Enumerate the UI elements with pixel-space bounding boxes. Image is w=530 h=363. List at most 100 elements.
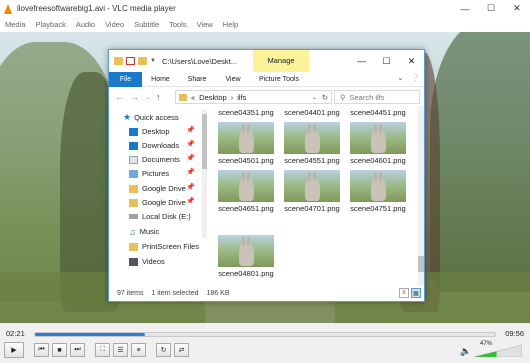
menu-audio[interactable]: Audio bbox=[76, 20, 95, 29]
navigation-row: ← → ⌄ ↑ « Desktop › ilfs ⌄ ↻ ⚲ Search il… bbox=[109, 88, 424, 106]
previous-button[interactable]: ⏮ bbox=[34, 343, 49, 357]
recent-chevron-icon[interactable]: ⌄ bbox=[145, 94, 150, 101]
extended-settings-button[interactable]: ☰ bbox=[113, 343, 128, 357]
expand-ribbon-icon[interactable]: ⌄ bbox=[397, 74, 403, 82]
tab-view[interactable]: View bbox=[215, 72, 251, 87]
explorer-minimize-button[interactable]: — bbox=[349, 50, 374, 72]
menu-video[interactable]: Video bbox=[105, 20, 124, 29]
file-label[interactable]: scene04801.png bbox=[213, 269, 279, 278]
music-icon: ♫ bbox=[129, 226, 136, 237]
file-label[interactable]: scene04451.png bbox=[345, 108, 411, 117]
nav-item-music[interactable]: ♫ Music bbox=[129, 225, 159, 238]
nav-item-local-disk[interactable]: Local Disk (E:) bbox=[129, 210, 191, 223]
menu-playback[interactable]: Playback bbox=[35, 20, 65, 29]
nav-item-videos[interactable]: Videos bbox=[129, 255, 165, 268]
address-bar[interactable]: « Desktop › ilfs ⌄ ↻ bbox=[175, 90, 332, 104]
breadcrumb-overflow[interactable]: « bbox=[191, 93, 195, 102]
fullscreen-button[interactable]: ⛶ bbox=[95, 343, 110, 357]
pin-icon[interactable]: 📌 bbox=[186, 126, 195, 134]
refresh-icon[interactable]: ↻ bbox=[322, 93, 328, 102]
time-elapsed: 02:21 bbox=[6, 329, 25, 338]
up-arrow-icon[interactable]: ↑ bbox=[156, 92, 161, 102]
pin-icon[interactable]: 📌 bbox=[186, 168, 195, 176]
back-arrow-icon[interactable]: ← bbox=[115, 92, 124, 102]
file-label[interactable]: scene04551.png bbox=[279, 156, 345, 165]
search-input[interactable]: ⚲ Search ilfs bbox=[334, 90, 420, 104]
menu-view[interactable]: View bbox=[197, 20, 213, 29]
pin-icon[interactable]: 📌 bbox=[186, 154, 195, 162]
forward-arrow-icon[interactable]: → bbox=[130, 92, 139, 102]
new-folder-icon[interactable] bbox=[138, 57, 147, 65]
nav-label: Documents bbox=[142, 155, 180, 164]
nav-item-quick-access[interactable]: ★ Quick access bbox=[123, 111, 179, 124]
file-label[interactable]: scene04651.png bbox=[213, 204, 279, 213]
chevron-down-icon[interactable]: ▼ bbox=[150, 58, 156, 64]
desktop-icon bbox=[129, 127, 138, 136]
pin-icon[interactable]: 📌 bbox=[186, 197, 195, 205]
help-icon[interactable]: ❔ bbox=[411, 74, 420, 82]
menu-subtitle[interactable]: Subtitle bbox=[134, 20, 159, 29]
status-bar: 97 items 1 item selected 186 KB ≡ ▦ bbox=[109, 286, 424, 301]
file-thumbnail[interactable] bbox=[284, 122, 340, 154]
nav-item-google-drive[interactable]: Google Drive bbox=[129, 182, 186, 195]
properties-icon[interactable] bbox=[126, 57, 135, 65]
tab-home[interactable]: Home bbox=[142, 72, 179, 87]
content-scrollbar[interactable] bbox=[418, 106, 424, 286]
loop-button[interactable]: ↻ bbox=[156, 343, 171, 357]
volume-control[interactable]: 🔈 47% bbox=[460, 341, 522, 358]
next-button[interactable]: ⏭ bbox=[70, 343, 85, 357]
nav-label: Downloads bbox=[142, 141, 180, 150]
nav-scrollbar[interactable] bbox=[202, 110, 207, 238]
large-icons-view-icon[interactable]: ▦ bbox=[411, 288, 421, 298]
nav-label: Pictures bbox=[142, 169, 170, 178]
breadcrumb-desktop[interactable]: Desktop bbox=[199, 93, 227, 102]
tab-picture-tools[interactable]: Picture Tools bbox=[251, 72, 307, 87]
file-thumbnail[interactable] bbox=[218, 235, 274, 267]
nav-item-pictures[interactable]: Pictures bbox=[129, 167, 169, 180]
file-thumbnail[interactable] bbox=[284, 170, 340, 202]
menu-help[interactable]: Help bbox=[223, 20, 238, 29]
nav-item-downloads[interactable]: Downloads bbox=[129, 139, 179, 152]
nav-item-google-drive-2[interactable]: Google Drive bbox=[129, 196, 186, 209]
file-label[interactable]: scene04351.png bbox=[213, 108, 279, 117]
file-label[interactable]: scene04501.png bbox=[213, 156, 279, 165]
file-label[interactable]: scene04601.png bbox=[345, 156, 411, 165]
tab-share[interactable]: Share bbox=[179, 72, 215, 87]
explorer-maximize-button[interactable]: ☐ bbox=[374, 50, 399, 72]
folder-icon bbox=[114, 57, 123, 65]
explorer-close-button[interactable]: ✕ bbox=[399, 50, 424, 72]
videos-icon bbox=[129, 257, 138, 266]
menu-tools[interactable]: Tools bbox=[169, 20, 187, 29]
file-thumbnail[interactable] bbox=[350, 122, 406, 154]
pin-icon[interactable]: 📌 bbox=[186, 183, 195, 191]
file-thumbnail[interactable] bbox=[350, 170, 406, 202]
address-dropdown-icon[interactable]: ⌄ bbox=[312, 94, 317, 101]
shuffle-button[interactable]: ⇄ bbox=[174, 343, 189, 357]
close-button[interactable]: ✕ bbox=[504, 0, 530, 17]
maximize-button[interactable]: ☐ bbox=[478, 0, 504, 17]
file-label[interactable]: scene04751.png bbox=[345, 204, 411, 213]
pin-icon[interactable]: 📌 bbox=[186, 140, 195, 148]
tab-file[interactable]: File bbox=[109, 71, 142, 87]
file-thumbnail[interactable] bbox=[218, 170, 274, 202]
file-thumbnail[interactable] bbox=[218, 122, 274, 154]
play-button[interactable]: ▶ bbox=[4, 342, 24, 358]
time-total: 09:56 bbox=[505, 329, 524, 338]
file-list: scene04351.png scene04401.png scene04451… bbox=[213, 106, 418, 286]
menu-media[interactable]: Media bbox=[5, 20, 25, 29]
nav-item-documents[interactable]: Documents bbox=[129, 153, 180, 166]
file-label[interactable]: scene04401.png bbox=[279, 108, 345, 117]
speaker-icon[interactable]: 🔈 bbox=[460, 346, 471, 357]
breadcrumb-ilfs[interactable]: ilfs bbox=[237, 93, 246, 102]
nav-item-printscreen-files[interactable]: PrintScreen Files bbox=[129, 240, 199, 253]
vlc-cone-icon bbox=[4, 3, 13, 14]
minimize-button[interactable]: — bbox=[452, 0, 478, 17]
manage-tab[interactable]: Manage bbox=[253, 50, 309, 72]
window-title: ilovefreesoftwarebig1.avi - VLC media pl… bbox=[17, 4, 176, 13]
details-view-icon[interactable]: ≡ bbox=[399, 288, 409, 298]
nav-item-desktop[interactable]: Desktop bbox=[129, 125, 170, 138]
file-label[interactable]: scene04701.png bbox=[279, 204, 345, 213]
stop-button[interactable]: ■ bbox=[52, 343, 67, 357]
playlist-button[interactable]: ≡ bbox=[131, 343, 146, 357]
seek-bar[interactable] bbox=[34, 332, 496, 337]
